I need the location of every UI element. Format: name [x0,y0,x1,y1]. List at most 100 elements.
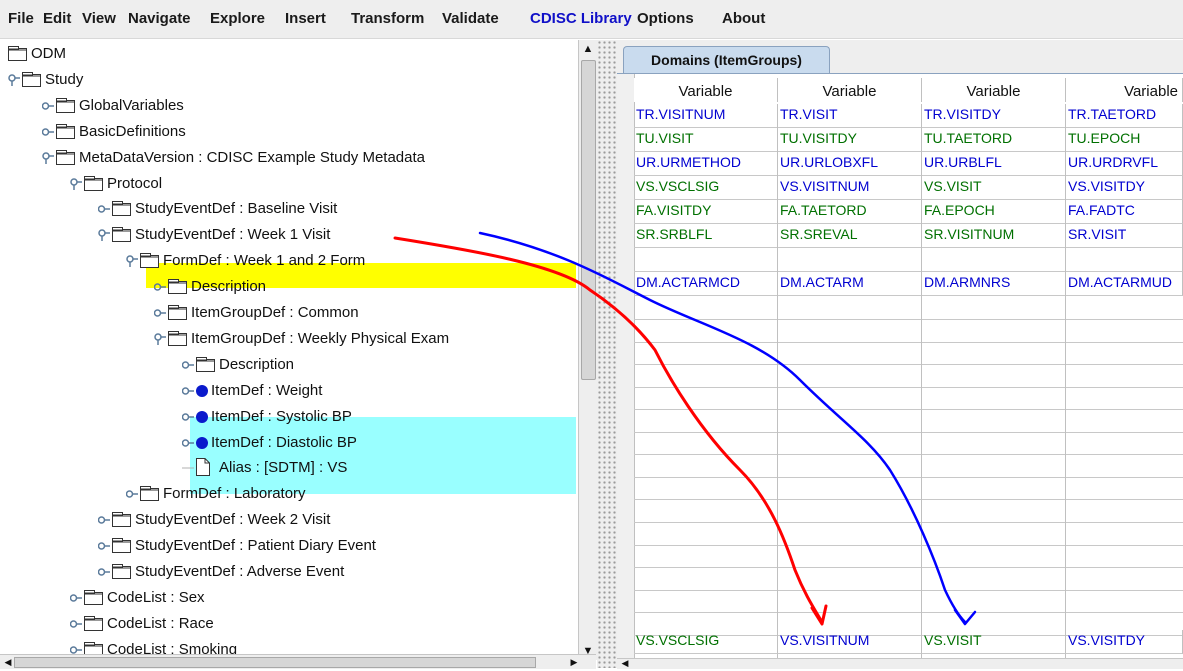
expanded-toggle-icon[interactable] [154,333,166,345]
collapsed-toggle-icon[interactable] [98,514,110,526]
menu-navigate[interactable]: Navigate [128,10,191,27]
tab-domains[interactable]: Domains (ItemGroups) [623,46,830,73]
collapsed-toggle-icon[interactable] [98,540,110,552]
table-cell[interactable]: VS.VISIT [922,630,1066,654]
table-cell[interactable]: VS.VISITDY [1066,176,1183,200]
odm-tree[interactable]: ODM Study GlobalVariables BasicDefinitions M… [0,40,600,660]
table-cell[interactable] [922,248,1066,272]
folder-icon [84,616,103,631]
pane-splitter[interactable] [597,40,617,668]
table-cell[interactable] [1066,248,1183,272]
domains-table[interactable]: Variable Variable Variable Variable TR.V… [617,73,1183,659]
table-cell[interactable]: TU.TAETORD [922,128,1066,152]
table-cell[interactable]: UR.URBLFL [922,152,1066,176]
collapsed-toggle-icon[interactable] [154,281,166,293]
table-cell[interactable]: TR.VISITDY [922,104,1066,128]
table-cell[interactable]: VS.VISITNUM [778,630,922,654]
collapsed-toggle-icon[interactable] [98,566,110,578]
collapsed-toggle-icon[interactable] [182,359,194,371]
menu-edit[interactable]: Edit [43,10,71,27]
menu-options[interactable]: Options [637,10,694,27]
table-cell[interactable]: DM.ACTARMCD [634,272,778,296]
menu-validate[interactable]: Validate [442,10,499,27]
scroll-up-icon[interactable]: ▲ [580,41,596,57]
expanded-toggle-icon[interactable] [98,229,110,241]
menu-file[interactable]: File [8,10,34,27]
table-cell[interactable]: SR.VISITNUM [922,224,1066,248]
table-row[interactable] [634,567,1183,568]
folder-icon [84,176,103,191]
scrollbar-thumb[interactable] [14,657,536,668]
table-cell[interactable]: FA.TAETORD [778,200,922,224]
table-row[interactable] [634,454,1183,455]
table-row[interactable] [634,545,1183,546]
collapsed-toggle-icon[interactable] [154,307,166,319]
table-cell[interactable]: SR.SRBLFL [634,224,778,248]
table-cell[interactable]: TU.VISITDY [778,128,922,152]
tree-horizontal-scrollbar[interactable]: ◀ ▶ [0,654,596,669]
table-cell[interactable]: VS.VISIT [922,176,1066,200]
column-header[interactable]: Variable [778,78,922,102]
menu-insert[interactable]: Insert [285,10,326,27]
table-row[interactable] [634,364,1183,365]
menu-cdisc-library[interactable]: CDISC Library [530,10,632,27]
expanded-toggle-icon[interactable] [8,74,20,86]
collapsed-toggle-icon[interactable] [182,411,194,423]
menu-view[interactable]: View [82,10,116,27]
table-row[interactable] [634,499,1183,500]
table-cell[interactable]: SR.VISIT [1066,224,1183,248]
collapsed-toggle-icon[interactable] [70,592,82,604]
table-cell[interactable]: DM.ACTARMUD [1066,272,1183,296]
tree-vertical-scrollbar[interactable]: ▲ ▼ [578,40,597,660]
table-cell[interactable]: FA.EPOCH [922,200,1066,224]
collapsed-toggle-icon[interactable] [126,488,138,500]
expanded-toggle-icon[interactable] [126,255,138,267]
collapsed-toggle-icon[interactable] [42,126,54,138]
table-row[interactable] [634,590,1183,591]
menu-transform[interactable]: Transform [351,10,424,27]
table-cell[interactable]: UR.URMETHOD [634,152,778,176]
table-cell[interactable]: VS.VISITDY [1066,630,1183,654]
table-row[interactable] [634,409,1183,410]
table-row[interactable] [634,477,1183,478]
table-cell[interactable]: UR.URDRVFL [1066,152,1183,176]
scroll-left-icon[interactable]: ◀ [617,655,633,671]
column-header[interactable]: Variable [1066,78,1183,102]
menu-about[interactable]: About [722,10,765,27]
folder-icon [8,46,27,61]
table-cell[interactable] [634,248,778,272]
collapsed-toggle-icon[interactable] [182,385,194,397]
table-cell[interactable]: VS.VSCLSIG [634,176,778,200]
scrollbar-thumb[interactable] [581,60,596,380]
table-cell[interactable]: TR.VISITNUM [634,104,778,128]
table-cell[interactable]: UR.URLOBXFL [778,152,922,176]
expanded-toggle-icon[interactable] [70,178,82,190]
collapsed-toggle-icon[interactable] [70,618,82,630]
expanded-toggle-icon[interactable] [42,152,54,164]
menu-explore[interactable]: Explore [210,10,265,27]
collapsed-toggle-icon[interactable] [182,437,194,449]
table-row[interactable] [634,612,1183,613]
table-cell[interactable]: SR.SREVAL [778,224,922,248]
table-horizontal-scrollbar[interactable]: ◀ [617,658,1183,669]
table-cell[interactable]: TU.EPOCH [1066,128,1183,152]
collapsed-toggle-icon[interactable] [42,100,54,112]
column-header[interactable]: Variable [634,78,778,102]
table-row[interactable] [634,387,1183,388]
table-cell[interactable]: TR.VISIT [778,104,922,128]
table-cell[interactable]: VS.VSCLSIG [634,630,778,654]
table-row[interactable] [634,342,1183,343]
table-row[interactable] [634,432,1183,433]
table-cell[interactable]: TU.VISIT [634,128,778,152]
column-header[interactable]: Variable [922,78,1066,102]
table-cell[interactable]: FA.FADTC [1066,200,1183,224]
table-row[interactable] [634,522,1183,523]
table-cell[interactable]: DM.ARMNRS [922,272,1066,296]
table-cell[interactable]: VS.VISITNUM [778,176,922,200]
table-cell[interactable] [778,248,922,272]
table-cell[interactable]: DM.ACTARM [778,272,922,296]
table-cell[interactable]: FA.VISITDY [634,200,778,224]
collapsed-toggle-icon[interactable] [98,203,110,215]
table-row[interactable] [634,319,1183,320]
table-cell[interactable]: TR.TAETORD [1066,104,1183,128]
